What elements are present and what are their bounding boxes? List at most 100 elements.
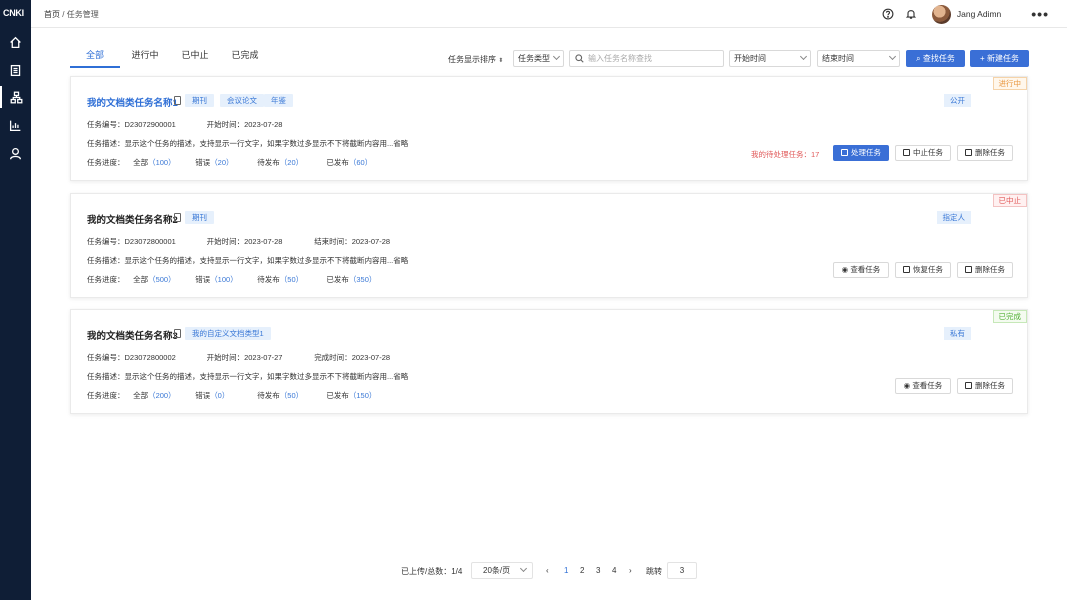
tab-running[interactable]: 进行中 <box>120 48 170 68</box>
chevron-down-icon <box>888 52 897 61</box>
resume-task-button[interactable]: 恢复任务 <box>895 262 951 278</box>
status-badge: 进行中 <box>992 77 1027 90</box>
delete-task-button[interactable]: 删除任务 <box>957 378 1013 394</box>
avatar[interactable] <box>931 4 951 24</box>
logo: CNKI <box>3 8 24 18</box>
page-3[interactable]: 3 <box>596 566 600 575</box>
upload-summary: 已上传/总数：1/4 <box>401 567 463 576</box>
jump-label: 跳转 <box>646 567 662 576</box>
progress-error[interactable]: 错误（20） <box>195 157 255 168</box>
code-label: 任务编号： <box>87 237 125 246</box>
process-task-button[interactable]: 处理任务 <box>833 145 889 161</box>
task-title[interactable]: 我的文档类任务名称3 <box>87 328 178 342</box>
progress-published[interactable]: 已发布（60） <box>326 157 372 168</box>
sidebar-item-home[interactable] <box>0 31 31 53</box>
visibility-badge: 私有 <box>944 327 971 340</box>
page-4[interactable]: 4 <box>612 566 616 575</box>
progress-error[interactable]: 错误（100） <box>195 274 255 285</box>
start-date-label: 开始时间 <box>734 54 766 63</box>
tab-stopped[interactable]: 已中止 <box>170 48 220 68</box>
trash-icon <box>965 266 972 273</box>
next-page-icon[interactable]: › <box>629 566 632 575</box>
document-icon <box>174 329 181 338</box>
end-date: 2023-07-28 <box>351 353 391 362</box>
stop-square-icon <box>903 149 910 156</box>
sidebar: CNKI <box>0 0 31 600</box>
end-label: 完成时间： <box>314 353 352 362</box>
desc-label: 任务描述： <box>87 256 125 265</box>
task-desc-row: 任务描述：显示这个任务的描述，支持显示一行文字，如果字数过多显示不下将截断内容用… <box>87 255 408 266</box>
doc-type-tag: 期刊 <box>185 211 214 224</box>
topbar: 首页 / 任务管理 Jang Adimn ••• <box>31 0 1067 28</box>
delete-task-button[interactable]: 删除任务 <box>957 262 1013 278</box>
task-card: 我的文档类任务名称3 我的自定义文档类型1 已完成 私有 任务编号：D23072… <box>70 309 1028 414</box>
sidebar-item-documents[interactable] <box>0 59 31 81</box>
task-title[interactable]: 我的文档类任务名称1 <box>87 95 178 109</box>
search-icon: ⌕ <box>916 54 921 63</box>
notification-button[interactable] <box>905 8 917 20</box>
bell-icon <box>905 10 916 19</box>
sidebar-item-tasks[interactable] <box>0 86 31 108</box>
progress-published[interactable]: 已发布（150） <box>326 390 376 401</box>
jump-input[interactable]: 3 <box>667 562 697 579</box>
search-placeholder: 输入任务名称查找 <box>588 54 652 63</box>
start-label: 开始时间： <box>206 120 245 129</box>
sidebar-item-user[interactable] <box>0 142 31 164</box>
start-date: 2023-07-28 <box>244 237 283 246</box>
progress-label: 任务进度： <box>87 275 125 284</box>
new-task-button[interactable]: + 新建任务 <box>970 50 1029 67</box>
progress-error[interactable]: 错误（0） <box>195 390 255 401</box>
view-task-button[interactable]: ◉ 查看任务 <box>895 378 951 394</box>
status-tabs: 全部 进行中 已中止 已完成 <box>70 48 270 68</box>
progress-all[interactable]: 全部（500） <box>133 274 193 285</box>
task-code: D23072800002 <box>124 353 176 362</box>
search-icon <box>575 54 584 63</box>
progress-waiting[interactable]: 待发布（50） <box>257 274 324 285</box>
page-size-select[interactable]: 20条/页 <box>471 562 533 579</box>
progress-label: 任务进度： <box>87 158 125 167</box>
status-badge: 已中止 <box>992 194 1027 207</box>
document-icon <box>10 64 21 76</box>
sidebar-item-stats[interactable] <box>0 114 31 136</box>
home-icon <box>10 36 21 48</box>
sort-dropdown[interactable]: 任务显示排序 ⬍ <box>448 54 503 65</box>
progress-all[interactable]: 全部（100） <box>133 157 193 168</box>
task-type-label: 任务类型 <box>518 54 550 63</box>
tab-done[interactable]: 已完成 <box>220 48 270 68</box>
sort-icon: ⬍ <box>498 58 504 64</box>
stop-task-button[interactable]: 中止任务 <box>895 145 951 161</box>
sort-label: 任务显示排序 <box>448 55 496 64</box>
doc-type-tag: 我的自定义文档类型1 <box>185 327 271 340</box>
progress-all[interactable]: 全部（200） <box>133 390 193 401</box>
status-badge: 已完成 <box>992 310 1027 323</box>
progress-published[interactable]: 已发布（350） <box>326 274 376 285</box>
plus-icon: + <box>980 54 985 63</box>
progress-waiting[interactable]: 待发布（20） <box>257 157 324 168</box>
progress-waiting[interactable]: 待发布（50） <box>257 390 324 401</box>
visibility-badge: 公开 <box>944 94 971 107</box>
pending-count: 我的待处理任务：17 <box>751 150 820 159</box>
start-date-select[interactable]: 开始时间 <box>729 50 811 67</box>
end-label: 结束时间： <box>314 237 352 246</box>
end-date-select[interactable]: 结束时间 <box>817 50 900 67</box>
search-input[interactable]: 输入任务名称查找 <box>569 50 724 67</box>
username[interactable]: Jang Adimn <box>957 9 1001 19</box>
hierarchy-icon <box>10 91 23 103</box>
visibility-badge: 指定人 <box>936 211 971 224</box>
start-date: 2023-07-27 <box>244 353 283 362</box>
breadcrumb-home[interactable]: 首页 <box>44 10 60 19</box>
page-1[interactable]: 1 <box>564 566 568 575</box>
more-icon[interactable]: ••• <box>1031 7 1049 21</box>
tab-all[interactable]: 全部 <box>70 48 120 68</box>
view-task-button[interactable]: ◉ 查看任务 <box>833 262 889 278</box>
help-button[interactable] <box>882 8 894 20</box>
task-card: 我的文档类任务名称1 期刊 会议论文 年鉴 进行中 公开 任务编号：D23072… <box>70 76 1028 181</box>
prev-page-icon[interactable]: ‹ <box>546 566 549 575</box>
task-type-select[interactable]: 任务类型 <box>513 50 564 67</box>
search-button[interactable]: ⌕ 查找任务 <box>906 50 965 67</box>
search-button-label: 查找任务 <box>922 54 955 63</box>
task-meta-row: 任务编号：D23072900001 开始时间：2023-07-28 <box>87 119 282 130</box>
task-title[interactable]: 我的文档类任务名称2 <box>87 212 178 226</box>
delete-task-button[interactable]: 删除任务 <box>957 145 1013 161</box>
page-2[interactable]: 2 <box>580 566 584 575</box>
